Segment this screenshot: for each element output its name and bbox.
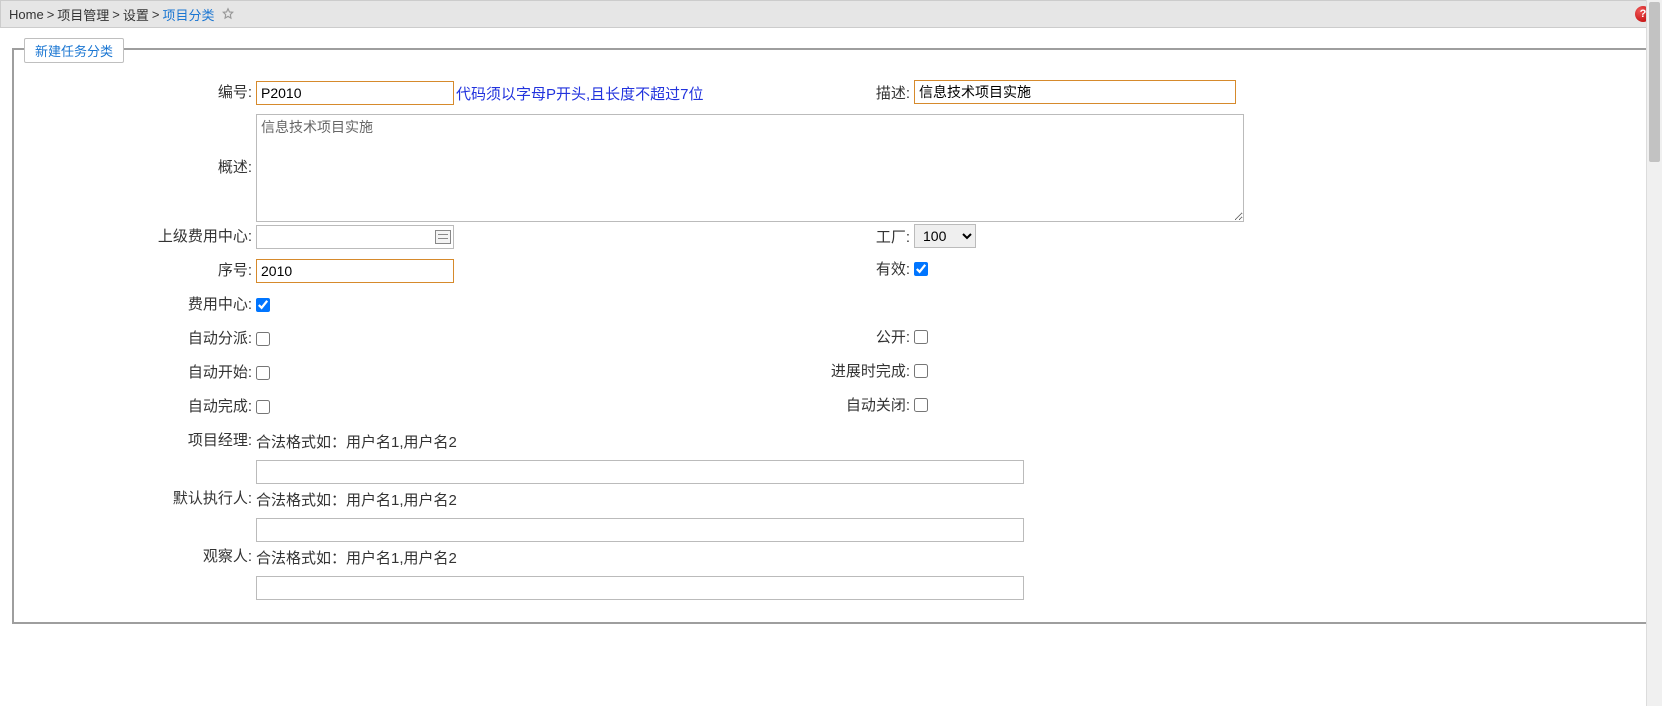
label-active: 有效: xyxy=(744,258,914,279)
form-fieldset: 新建任务分类 编号: 代码须以字母P开头,且长度不超过7位 描述: 概述: 信息… xyxy=(12,48,1650,624)
favorite-star-icon[interactable] xyxy=(221,7,235,21)
breadcrumb-sep: > xyxy=(112,7,120,22)
public-checkbox[interactable] xyxy=(914,330,928,344)
auto-close-checkbox[interactable] xyxy=(914,398,928,412)
pm-hint: 合法格式如：用户名1,用户名2 xyxy=(256,431,457,452)
desc-input[interactable] xyxy=(914,80,1236,104)
auto-start-checkbox[interactable] xyxy=(256,366,270,380)
scrollbar-thumb[interactable] xyxy=(1649,2,1660,162)
lookup-icon[interactable] xyxy=(435,230,451,244)
auto-assign-checkbox[interactable] xyxy=(256,332,270,346)
label-plant: 工厂: xyxy=(744,226,914,247)
label-progress-done: 进展时完成: xyxy=(744,360,914,381)
breadcrumb-project-category[interactable]: 项目分类 xyxy=(163,5,215,24)
label-public: 公开: xyxy=(744,326,914,347)
label-auto-assign: 自动分派: xyxy=(24,326,256,352)
label-auto-close: 自动关闭: xyxy=(744,394,914,415)
observer-hint: 合法格式如：用户名1,用户名2 xyxy=(256,547,457,568)
default-executor-hint: 合法格式如：用户名1,用户名2 xyxy=(256,489,457,510)
progress-done-checkbox[interactable] xyxy=(914,364,928,378)
breadcrumb: Home > 项目管理 > 设置 > 项目分类 xyxy=(9,5,215,24)
label-parent-cost: 上级费用中心: xyxy=(24,224,256,250)
code-hint: 代码须以字母P开头,且长度不超过7位 xyxy=(456,83,704,104)
cost-center-checkbox[interactable] xyxy=(256,298,270,312)
plant-select[interactable]: 100 xyxy=(914,224,976,248)
observer-input[interactable] xyxy=(256,576,1024,600)
breadcrumb-settings[interactable]: 设置 xyxy=(123,5,149,24)
label-observer: 观察人: xyxy=(24,544,256,570)
default-executor-input[interactable] xyxy=(256,518,1024,542)
label-default-executor: 默认执行人: xyxy=(24,486,256,512)
label-pm: 项目经理: xyxy=(24,428,256,454)
breadcrumb-project-mgmt[interactable]: 项目管理 xyxy=(57,5,109,24)
label-cost-center: 费用中心: xyxy=(24,292,256,318)
code-input[interactable] xyxy=(256,81,454,105)
active-checkbox[interactable] xyxy=(914,262,928,276)
breadcrumb-sep: > xyxy=(47,7,55,22)
label-overview: 概述: xyxy=(24,155,256,181)
breadcrumb-bar: Home > 项目管理 > 设置 > 项目分类 ? xyxy=(0,0,1662,28)
pm-input[interactable] xyxy=(256,460,1024,484)
breadcrumb-sep: > xyxy=(152,7,160,22)
label-auto-start: 自动开始: xyxy=(24,360,256,386)
vertical-scrollbar[interactable] xyxy=(1646,0,1662,706)
breadcrumb-home[interactable]: Home xyxy=(9,7,44,22)
label-auto-complete: 自动完成: xyxy=(24,394,256,420)
label-seq: 序号: xyxy=(24,258,256,284)
label-code: 编号: xyxy=(24,80,256,106)
fieldset-legend: 新建任务分类 xyxy=(24,38,124,63)
seq-input[interactable] xyxy=(256,259,454,283)
overview-textarea[interactable]: 信息技术项目实施 xyxy=(256,114,1244,222)
label-desc: 描述: xyxy=(744,82,914,103)
auto-complete-checkbox[interactable] xyxy=(256,400,270,414)
parent-cost-input[interactable] xyxy=(256,225,454,249)
